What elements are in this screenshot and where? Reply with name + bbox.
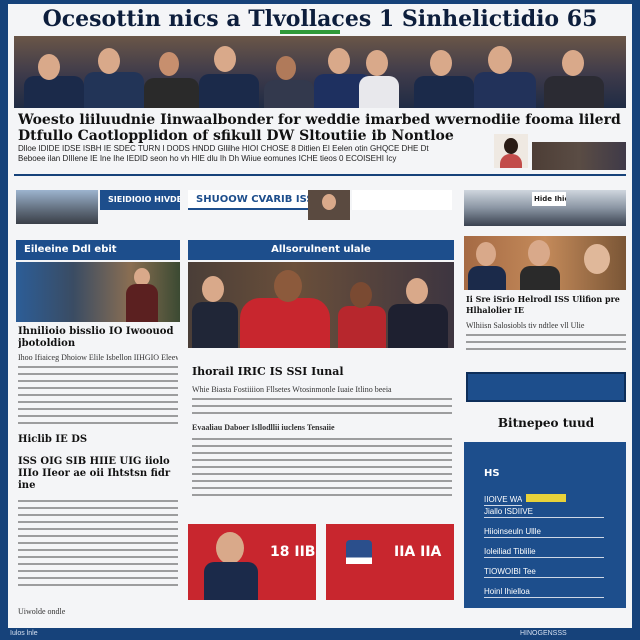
deck-line-2: Beboee ilan DIIlene IE Ine Ihe IEDID seo…: [18, 154, 397, 163]
right-strip-label: Hide Ihie: [532, 192, 566, 206]
main-headline: Woesto liiluudnie Iinwaalbonder for wedd…: [18, 112, 622, 144]
sidebox-item: TIOWOIBI Tee: [484, 566, 604, 578]
center-red-box-2: IIA IIA: [326, 524, 454, 600]
left-story-body-1: Ihoo Ifiaiceg Dhoiow Elile Isbellon IIHG…: [18, 353, 178, 362]
center-lead-photo: [188, 262, 454, 348]
red-box-1-number: 18 IIB: [270, 544, 316, 560]
center-strip-tag: [352, 190, 452, 210]
right-story-lines: [466, 334, 626, 354]
center-red-box-1: 18 IIB: [188, 524, 316, 600]
footer-right: HINOGENSSS: [520, 630, 567, 637]
center-strip-photo: [308, 190, 350, 220]
left-street-photo: [16, 190, 98, 224]
headline-line-1: Woesto liiluudnie Iinwaalbonder for wedd…: [18, 112, 622, 128]
center-story-body: Whie Biasta Fostiiiion Fllsetes Wtosinmo…: [192, 385, 392, 394]
center-story-lines: [192, 398, 452, 414]
left-story-title-2: ISS OIG SIB HIIE UIG iiolo IIIo IIeor ae…: [18, 456, 171, 491]
crowd-photo: [14, 36, 626, 108]
center-section-banner: Allsorulnent ulale: [188, 240, 454, 260]
sidebox-item: IIOIVE WATRE: [484, 495, 522, 506]
right-story-body: Wlhiisn Salosiobls tiv ndtlee vll Ulie: [466, 321, 585, 330]
sidebox-item: Ioleiliad Tiblilie: [484, 546, 604, 558]
left-story-title-1: Ihnilioio bisslio IO Iwoouod jbotoldion: [18, 326, 174, 349]
right-people-photo: [464, 236, 626, 290]
sidebox-highlight: [526, 494, 566, 502]
section-rule: [14, 174, 626, 176]
right-blue-bar: [466, 372, 626, 402]
headline-deck: Dlloe IDIDE IDSE ISBH IE SDEC TURN I DOD…: [18, 144, 488, 166]
left-banner-top: SIEIDIOIO HIVDESOIH: [100, 190, 180, 210]
headline-thumb-crowd: [532, 142, 626, 170]
left-story-lines-2: [18, 500, 178, 590]
right-sidebox: HS IIOIVE WATRE Jiallo ISDIIVE Hiioinseu…: [464, 442, 626, 608]
left-section-banner: Eileeine Ddl ebit: [16, 240, 180, 260]
sidebox-item: Hoinl Ihielloa: [484, 586, 604, 598]
masthead-accent: [280, 30, 340, 34]
center-story-subhead: Evaaliau Daboer Isllodllii iuclens Tensa…: [192, 423, 335, 432]
center-story-lines-2: [192, 438, 452, 498]
sidebox-item: Jiallo ISDIIVE: [484, 506, 604, 518]
left-interview-photo: [16, 262, 180, 322]
center-strip-banner: SHUOOW CVARIB ISSEID: [188, 190, 308, 210]
headline-thumb-portrait: [494, 134, 528, 168]
newspaper-page: Ocesottin nics a Tlvollaces 1 Sinhelicti…: [8, 4, 632, 628]
right-callout: Bitnepeo tuud: [497, 416, 595, 430]
sidebox-title: HS: [484, 468, 500, 479]
left-caption-1: Hiclib IE DS: [18, 434, 88, 445]
sidebox-item: Hiioinseuln Ullle: [484, 526, 604, 538]
left-caption-2: Uiwolde ondle: [18, 607, 66, 616]
page-footer: Iulos lnle HINOGENSSS: [0, 628, 640, 640]
deck-line-1: Dlloe IDIDE IDSE ISBH IE SDEC TURN I DOD…: [18, 144, 429, 153]
footer-left: Iulos lnle: [10, 630, 38, 637]
right-story-title: Ii Sre iSrio Helrodl ISS Ulifion pre Hlh…: [466, 294, 620, 315]
center-story-title: Ihorail IRIC IS SSI Iunal: [192, 366, 344, 378]
red-box-2-number: IIA IIA: [394, 544, 442, 560]
left-story-lines-1: [18, 366, 178, 424]
